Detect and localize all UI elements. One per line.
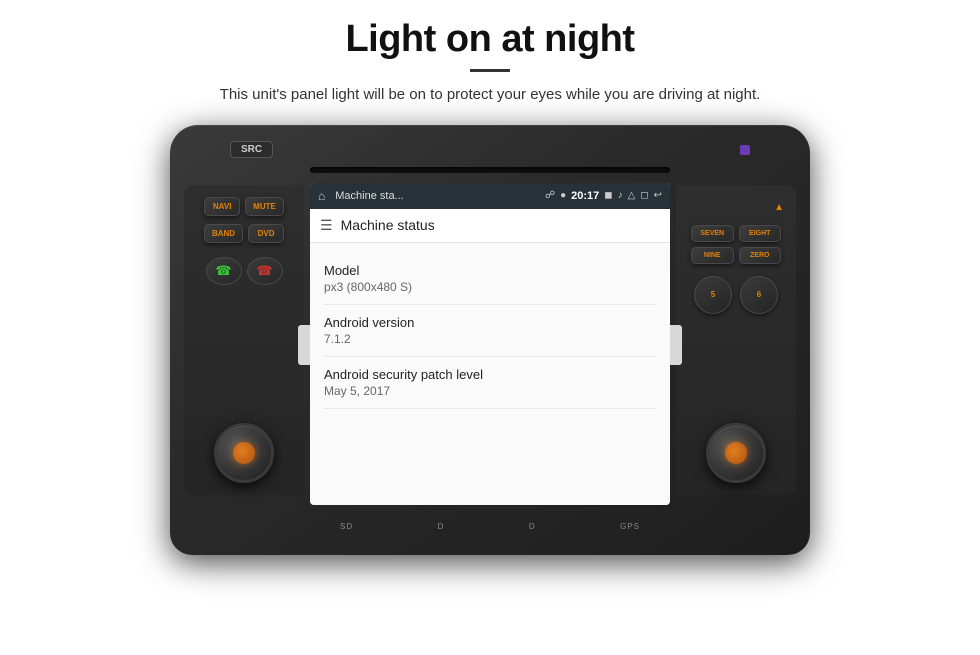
dvd-button[interactable]: DVD [248, 224, 284, 243]
toolbar-title: Machine status [341, 217, 435, 233]
android-toolbar: ☰ Machine status [310, 209, 670, 243]
android-content: Model px3 (800x480 S) Android version 7.… [310, 243, 670, 505]
d-label-1: D [438, 522, 445, 531]
num-btn-grid: SEVEN EIGHT NINE ZERO [691, 225, 781, 264]
triangle-indicator: ▲ [774, 197, 784, 215]
status-app-title: Machine sta... [335, 190, 539, 202]
vol-icon: ♪ [618, 190, 623, 201]
title-divider [470, 69, 510, 72]
seven-button[interactable]: SEVEN [691, 225, 734, 242]
model-label: Model [324, 263, 656, 278]
bottom-slots: SD D D GPS [320, 517, 660, 537]
cd-slot [310, 167, 670, 173]
left-knob-area [214, 423, 274, 483]
menu-icon[interactable]: ☰ [320, 217, 333, 234]
navi-button[interactable]: NAVI [204, 197, 240, 216]
six-button[interactable]: 6 [740, 276, 778, 314]
band-button[interactable]: BAND [204, 224, 243, 243]
screen-icon: ◻ [640, 190, 648, 201]
android-status-bar: ⌂ Machine sta... ☍ ● 20:17 ◼ ♪ △ ◻ ↩ [310, 183, 670, 209]
unit-shell: SRC NAVI MUTE BAND DVD ☎ ☎ [170, 125, 810, 555]
back-icon[interactable]: ↩ [654, 190, 662, 201]
mute-button[interactable]: MUTE [245, 197, 284, 216]
circle-btn-row: 5 6 [694, 276, 778, 314]
pin-icon: ● [560, 190, 566, 201]
phone-btn-row: ☎ ☎ [206, 257, 283, 285]
security-patch-value: May 5, 2017 [324, 384, 656, 398]
security-patch-item: Android security patch level May 5, 2017 [324, 357, 656, 409]
sd-label: SD [340, 522, 353, 531]
eight-button[interactable]: EIGHT [739, 225, 782, 242]
left-btn-row-2: BAND DVD [204, 224, 284, 243]
right-panel: ▲ SEVEN EIGHT NINE ZERO 5 6 [676, 185, 796, 495]
status-time: 20:17 [571, 190, 599, 202]
end-call-button[interactable]: ☎ [247, 257, 283, 285]
zero-button[interactable]: ZERO [739, 247, 782, 264]
cast-icon: △ [628, 190, 636, 201]
android-version-label: Android version [324, 315, 656, 330]
left-panel: NAVI MUTE BAND DVD ☎ ☎ [184, 185, 304, 495]
right-knob-area [706, 423, 766, 483]
screen-area: ⌂ Machine sta... ☍ ● 20:17 ◼ ♪ △ ◻ ↩ [310, 183, 670, 505]
security-patch-label: Android security patch level [324, 367, 656, 382]
left-knob[interactable] [214, 423, 274, 483]
page-subtitle: This unit's panel light will be on to pr… [220, 84, 761, 107]
model-value: px3 (800x480 S) [324, 280, 656, 294]
status-icons: ☍ ● 20:17 ◼ ♪ △ ◻ ↩ [545, 190, 662, 202]
page-container: Light on at night This unit's panel ligh… [0, 0, 980, 655]
android-version-item: Android version 7.1.2 [324, 305, 656, 357]
nine-button[interactable]: NINE [691, 247, 734, 264]
top-bar: SRC [230, 139, 750, 161]
android-version-value: 7.1.2 [324, 332, 656, 346]
five-button[interactable]: 5 [694, 276, 732, 314]
page-title: Light on at night [345, 18, 634, 61]
call-button[interactable]: ☎ [206, 257, 242, 285]
message-icon: ☍ [545, 190, 555, 201]
right-knob[interactable] [706, 423, 766, 483]
left-btn-row-1: NAVI MUTE [204, 197, 284, 216]
model-item: Model px3 (800x480 S) [324, 253, 656, 305]
home-icon[interactable]: ⌂ [318, 189, 325, 203]
clip-right [668, 325, 682, 365]
d-label-2: D [529, 522, 536, 531]
car-unit: SRC NAVI MUTE BAND DVD ☎ ☎ [170, 125, 810, 555]
photo-icon: ◼ [604, 190, 612, 201]
top-indicator [740, 145, 750, 155]
gps-label: GPS [620, 522, 640, 531]
src-button[interactable]: SRC [230, 141, 273, 158]
